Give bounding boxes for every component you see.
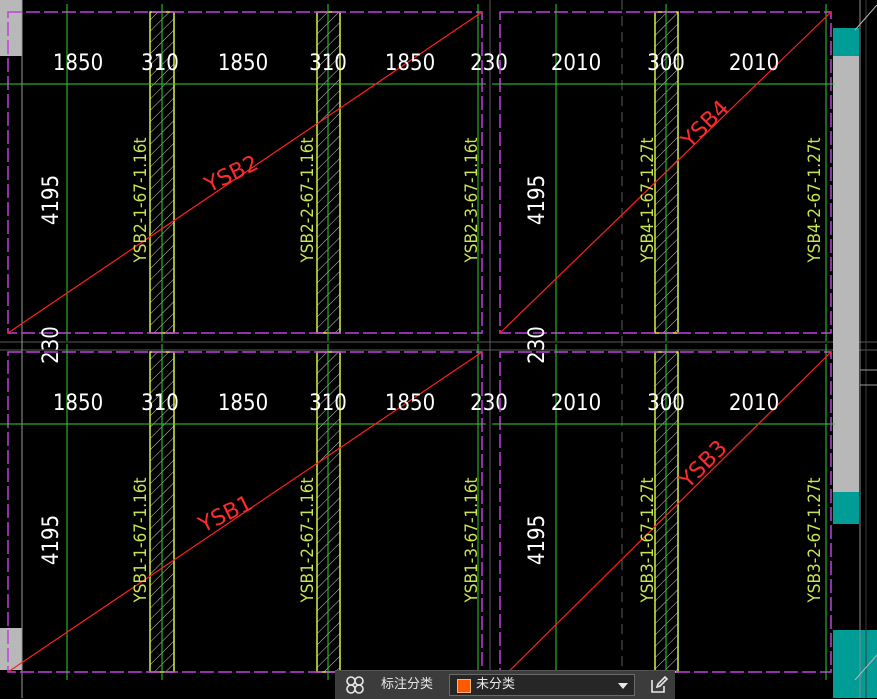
dimension-text: 300	[647, 51, 685, 76]
dimension-text: 2010	[729, 51, 779, 76]
slab-panel-bottom-left[interactable]: 1850 310 1850 310 1850 230 4195 YSB1-1-67-1.16t…	[0, 344, 508, 680]
annotation-category-select[interactable]: 未分类	[449, 674, 635, 696]
cad-drawing-canvas[interactable]: 1850 310 1850 310 1850 230 4195 YSB2-1-67-1.16t…	[0, 0, 877, 698]
dimension-text: 2010	[551, 51, 601, 76]
panel-name-label[interactable]: YSB2	[200, 151, 263, 199]
dimension-text: 1850	[218, 391, 268, 416]
slab-panel-top-left[interactable]: 1850 310 1850 310 1850 230 4195 YSB2-1-67-1.16t…	[0, 4, 508, 341]
dimension-text: 230	[470, 51, 508, 76]
dimension-text: 1850	[53, 51, 103, 76]
category-color-swatch	[457, 679, 471, 693]
slab-label[interactable]: YSB2-3-67-1.16t	[462, 137, 482, 263]
slab-label[interactable]: YSB1-2-67-1.16t	[298, 477, 318, 603]
slab-panel-bottom-right[interactable]: 2010 300 2010 4195 YSB3-1-67-1.27t YSB3-2-67-…	[489, 344, 835, 691]
slab-panels: 1850 310 1850 310 1850 230 4195 YSB2-1-67-1.16t…	[0, 4, 835, 691]
dimension-text: 310	[309, 51, 347, 76]
slab-label[interactable]: YSB4-1-67-1.27t	[638, 137, 658, 263]
gap-dimension-left: 230	[39, 326, 64, 364]
slab-label[interactable]: YSB2-1-67-1.16t	[131, 137, 151, 263]
panel-name-label[interactable]: YSB3	[674, 436, 732, 494]
dimension-text: 300	[647, 391, 685, 416]
slab-label[interactable]: YSB1-3-67-1.16t	[462, 477, 482, 603]
dimension-text-vertical: 4195	[525, 175, 550, 225]
chevron-down-icon[interactable]	[618, 683, 628, 689]
dimension-text: 1850	[385, 51, 435, 76]
gap-dimension-center: 230	[525, 326, 550, 364]
panel-name-label[interactable]: YSB4	[676, 96, 734, 154]
dimension-text: 1850	[385, 391, 435, 416]
dimension-text: 2010	[729, 391, 779, 416]
dimension-text: 1850	[218, 51, 268, 76]
dimension-text: 310	[309, 391, 347, 416]
slab-panel-top-right[interactable]: 2010 300 2010 4195 YSB4-1-67-1.27t YSB4-2-67-…	[492, 4, 835, 341]
right-edge-column	[833, 0, 877, 698]
dimension-text-vertical: 4195	[39, 515, 64, 565]
annotation-toolbar: 标注分类 未分类	[335, 670, 675, 699]
annotation-category-label: 标注分类	[381, 677, 434, 692]
slab-label[interactable]: YSB3-1-67-1.27t	[638, 477, 658, 603]
annotation-category-value: 未分类	[476, 677, 516, 692]
dimension-text: 2010	[551, 391, 601, 416]
dimension-text: 310	[141, 51, 179, 76]
grid-group-icon[interactable]	[345, 675, 365, 695]
dimension-text-vertical: 4195	[525, 515, 550, 565]
panel-name-label[interactable]: YSB1	[194, 491, 257, 539]
dimension-text: 230	[470, 391, 508, 416]
slab-label[interactable]: YSB2-2-67-1.16t	[298, 137, 318, 263]
dimension-text-vertical: 4195	[39, 175, 64, 225]
slab-label[interactable]: YSB1-1-67-1.16t	[131, 477, 151, 603]
slab-label[interactable]: YSB4-2-67-1.27t	[805, 137, 825, 263]
dimension-text: 310	[141, 391, 179, 416]
left-edge-blocks	[0, 0, 23, 698]
dimension-text: 1850	[53, 391, 103, 416]
slab-label[interactable]: YSB3-2-67-1.27t	[805, 477, 825, 603]
edit-pencil-icon[interactable]	[649, 675, 669, 695]
